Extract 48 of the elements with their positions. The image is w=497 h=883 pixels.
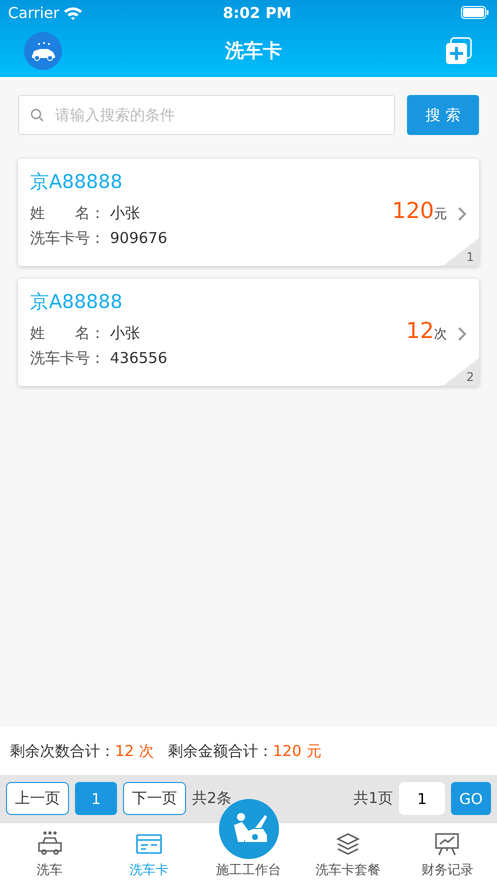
card-icon [135,831,164,857]
card-background[interactable]: 京A88888 姓 名： 小张 12次 洗车卡号： 436556 2 [18,279,479,386]
balance-unit: 元 [434,206,447,223]
car-logo-icon[interactable] [24,32,62,70]
summary-label: 剩余次数合计： [10,742,115,760]
corner-triangle [443,238,479,266]
summary-label: 剩余金额合计： [168,742,273,760]
chevron-icon [457,326,467,342]
corner-triangle [443,358,479,386]
total-items: 共2条 [192,789,232,808]
field-value: 436556 [110,349,168,367]
layers-icon [334,831,362,857]
prev-page-button[interactable]: 上一页 [6,782,69,815]
card-index: 1 [466,250,474,264]
field-value: 小张 [110,204,141,223]
card-background[interactable]: 京A88888 姓 名： 小张 120元 洗车卡号： 909676 1 [18,159,479,266]
balance-amount: 12 [406,319,434,344]
field-label: 洗车卡号： [30,349,106,368]
page-title: 洗车卡 [224,39,283,64]
field-value: 小张 [110,324,141,343]
search-icon [30,108,44,122]
next-page-button[interactable]: 下一页 [123,782,186,815]
field-value: 909676 [110,229,168,247]
field-label: 姓 名： [30,324,106,343]
balance-amount: 120 [392,199,434,224]
field-label: 洗车卡号： [30,229,106,248]
add-icon[interactable] [445,37,473,65]
battery-icon [461,6,489,19]
balance-unit: 次 [434,326,447,343]
carrier-label: Carrier [8,4,60,22]
tab-item[interactable]: 施工工作台 [216,861,282,879]
tab-item[interactable]: 财务记录 [398,823,497,883]
chevron-icon [457,206,467,222]
total-pages: 共1页 [353,789,393,808]
car-icon [36,831,64,857]
wifi-icon [63,6,84,20]
chart-board-icon [433,831,462,857]
summary-value: 12 次 [115,742,154,760]
summary-value: 120 元 [272,742,322,760]
field-label: 姓 名： [30,204,106,223]
page-input[interactable]: 1 [399,782,445,815]
plate-number: 京A88888 [30,170,124,195]
tab-item[interactable]: 洗车 [0,823,100,883]
tab-item[interactable]: 洗车卡套餐 [298,823,398,883]
card-index: 2 [466,370,474,384]
plate-number: 京A88888 [30,290,124,315]
search-field[interactable]: 请输入搜索的条件 [18,95,395,135]
status-time: 8:02 PM [222,4,292,22]
